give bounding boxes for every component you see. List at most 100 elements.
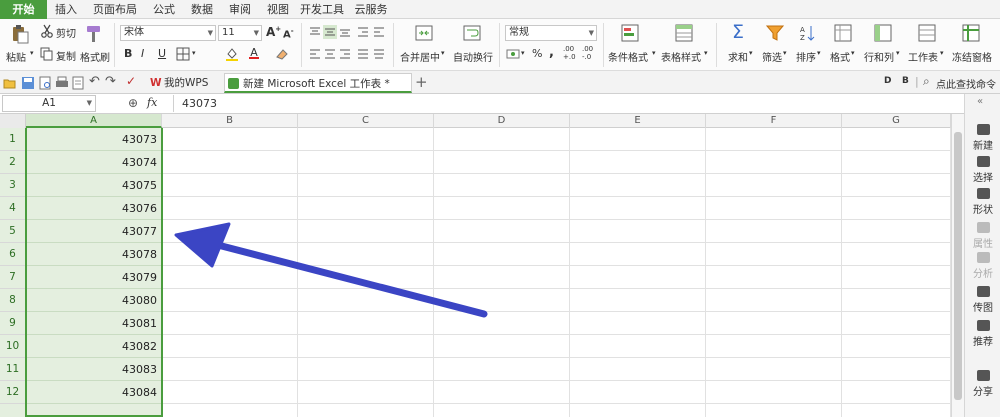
decrease-decimal-button[interactable]: .00 -.0 [582,45,598,61]
decrease-font-icon[interactable]: A- [283,27,294,40]
cell-a[interactable]: 43081 [26,312,162,335]
select-all-corner[interactable] [0,114,26,128]
merge-center-icon[interactable] [415,24,433,42]
wrap-text-button[interactable]: 自动换行 [453,49,493,64]
border-icon[interactable] [176,47,190,61]
fill-color-icon[interactable] [225,47,239,61]
row-header[interactable]: 4 [0,197,26,220]
toolbar-d-icon[interactable]: D [884,76,891,86]
ribbon-tab[interactable]: 开发工具 [297,0,347,19]
row-header[interactable]: 8 [0,289,26,312]
rows-cols-icon[interactable] [874,24,892,42]
cell-a[interactable]: 43082 [26,335,162,358]
column-header[interactable]: E [570,114,706,128]
row-header[interactable]: 10 [0,335,26,358]
chevron-down-icon[interactable]: ▾ [783,49,787,57]
freeze-button[interactable]: 冻结窗格 [952,49,992,64]
cell-a[interactable]: 43076 [26,197,162,220]
row-header[interactable]: 2 [0,151,26,174]
copy-icon[interactable] [40,47,54,61]
table-style-button[interactable]: 表格样式 [661,49,701,64]
save-icon[interactable] [21,76,35,90]
format-button[interactable]: 格式 [830,49,850,64]
side-panel-item[interactable]: 选择 [965,156,1000,184]
cut-icon[interactable] [40,24,54,38]
row-header[interactable]: 11 [0,358,26,381]
function-icon[interactable]: fx [147,96,157,109]
row-header[interactable]: 1 [0,128,26,151]
table-style-icon[interactable] [675,24,693,42]
row-header[interactable]: 12 [0,381,26,404]
ribbon-tab[interactable]: 视图 [259,0,297,19]
ribbon-tab[interactable]: 插入 [47,0,85,19]
align-center-icon[interactable] [323,47,337,61]
italic-button[interactable]: I [141,47,144,60]
format-icon[interactable] [834,24,852,42]
column-header[interactable]: C [298,114,434,128]
row-header[interactable]: 9 [0,312,26,335]
increase-decimal-button[interactable]: .00 +.0 [563,45,579,61]
column-header[interactable]: G [842,114,951,128]
side-panel-item[interactable]: 形状 [965,188,1000,216]
cell-a[interactable]: 43074 [26,151,162,174]
conditional-format-button[interactable]: 条件格式 [608,49,648,64]
spreadsheet-grid[interactable]: ABCDEFG 1 43073 2 43074 3 43075 4 43076 5 43077 6 4… [0,114,951,417]
ribbon-tab[interactable]: 审阅 [221,0,259,19]
indent-decrease-icon[interactable] [356,25,370,39]
number-format-select[interactable]: 常规 ▼ [505,25,597,41]
merge-center-button[interactable]: 合并居中 [400,49,440,64]
toolbar-b-icon[interactable]: B [902,76,909,86]
filter-button[interactable]: 筛选 [762,49,782,64]
chevron-down-icon[interactable]: ▾ [441,49,445,57]
cell-a[interactable]: 43080 [26,289,162,312]
redo-icon[interactable]: ↷ [105,74,116,89]
freeze-icon[interactable] [962,24,980,42]
print-icon[interactable] [55,76,69,90]
ribbon-tab[interactable]: 云服务 [347,0,395,19]
ribbon-tab[interactable]: 公式 [145,0,183,19]
doc-tab-mywps[interactable]: W 我的WPS [146,73,222,93]
doc-tab-active-workbook[interactable]: 新建 Microsoft Excel 工作表 * [224,73,412,93]
print-preview-icon[interactable] [38,76,52,90]
justify-icon[interactable] [356,47,370,61]
open-icon[interactable] [3,76,17,90]
sum-button[interactable]: 求和 [728,49,748,64]
cut-button[interactable]: 剪切 [56,25,76,40]
find-command-input[interactable]: 点此查找命令 [936,76,996,91]
chevron-down-icon[interactable]: ▾ [521,49,525,57]
clear-format-icon[interactable] [275,47,289,61]
comma-button[interactable]: , [549,45,554,60]
paste-icon[interactable] [10,24,30,44]
distribute-icon[interactable] [372,47,386,61]
search-icon[interactable]: ⌕ [923,74,930,89]
row-header[interactable]: 5 [0,220,26,243]
scrollbar-thumb[interactable] [954,132,962,400]
rows-cols-button[interactable]: 行和列 [864,49,894,64]
row-header[interactable] [0,404,26,417]
customize-icon[interactable]: ✓ [126,74,136,88]
cell-a[interactable]: 43075 [26,174,162,197]
align-left-icon[interactable] [308,47,322,61]
paste-button[interactable]: 粘贴 [6,49,26,64]
column-header[interactable]: D [434,114,570,128]
format-painter-button[interactable]: 格式刷 [80,49,110,64]
worksheet-button[interactable]: 工作表 [908,49,938,64]
wrap-text-icon[interactable] [463,24,481,42]
vertical-scrollbar[interactable] [951,114,964,417]
bold-button[interactable]: B [124,47,132,60]
ribbon-tab[interactable]: 页面布局 [85,0,145,19]
chevron-down-icon[interactable]: ▾ [652,49,656,57]
ribbon-tab[interactable]: 数据 [183,0,221,19]
paste-dropdown-icon[interactable]: ▾ [30,49,34,57]
row-header[interactable]: 7 [0,266,26,289]
side-panel-item[interactable]: 推荐 [965,320,1000,348]
ribbon-tab[interactable]: 开始 [0,0,47,19]
cell-a[interactable]: 43083 [26,358,162,381]
align-middle-icon[interactable] [323,25,337,39]
cell-a[interactable]: 43078 [26,243,162,266]
column-header[interactable]: B [162,114,298,128]
copy-button[interactable]: 复制 [56,48,76,63]
undo-icon[interactable]: ↶ [89,74,100,89]
preview-icon[interactable] [71,76,85,90]
chevron-down-icon[interactable]: ▾ [896,49,900,57]
